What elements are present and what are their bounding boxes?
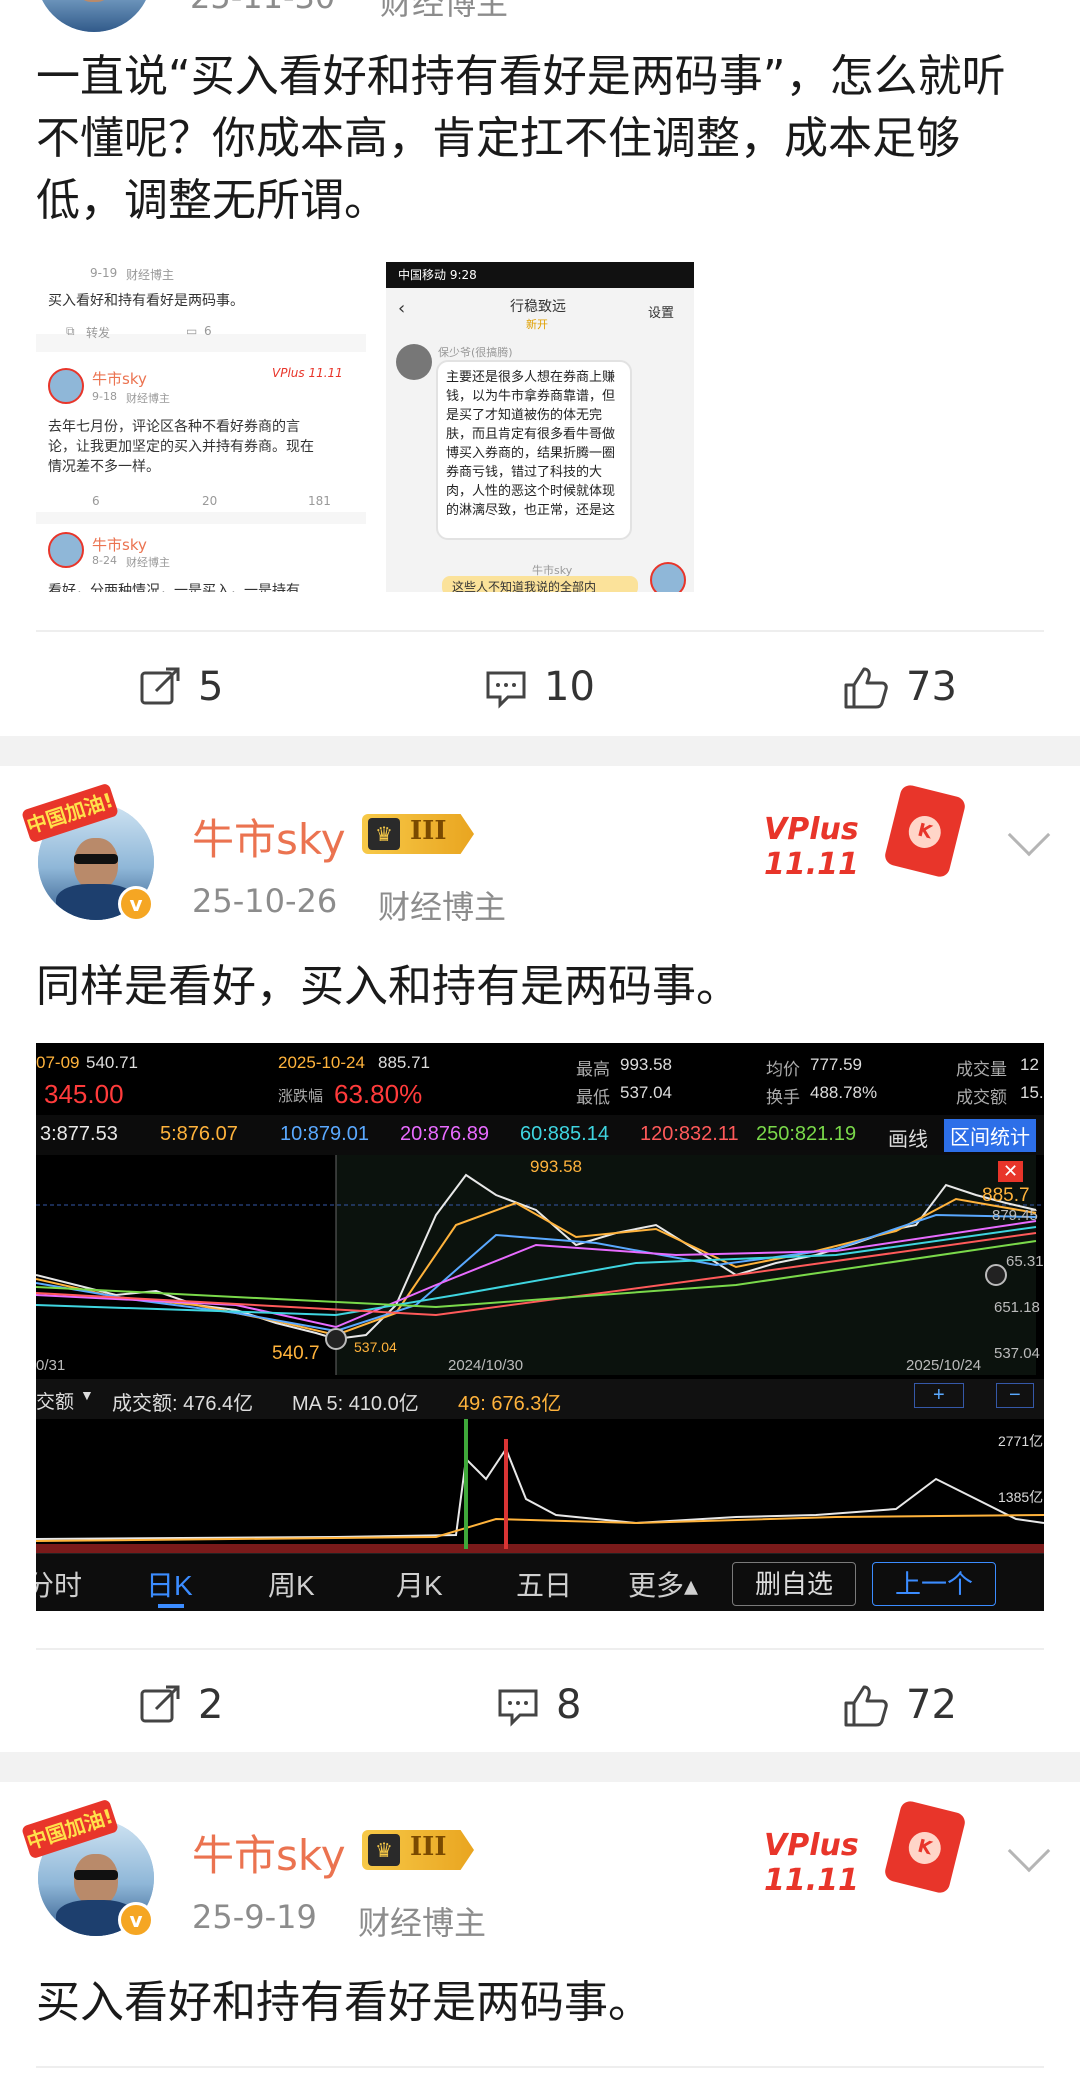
repost-count: 2 bbox=[198, 1682, 224, 1728]
post-actions: 2 8 72 bbox=[0, 1650, 1080, 1760]
comment-count: 10 bbox=[544, 664, 595, 710]
stock-chart-image[interactable]: 07-09 540.71 345.00 2025-10-24 885.71 涨跌… bbox=[36, 1043, 1044, 1611]
post-1: 25-11-30 财经博主 一直说“买入看好和持有看好是两码事”，怎么就听不懂呢… bbox=[0, 0, 1080, 736]
post-role: 财经博主 bbox=[358, 1904, 487, 1942]
red-envelope-icon: K bbox=[883, 1799, 967, 1895]
post-text: 买入看好和持有看好是两码事。 bbox=[36, 1977, 652, 2028]
verified-badge: v bbox=[118, 1902, 154, 1938]
repost-icon: ⧉ bbox=[66, 324, 75, 338]
avatar bbox=[650, 562, 686, 592]
like-count: 73 bbox=[906, 664, 957, 710]
post-text: 一直说“买入看好和持有看好是两码事”，怎么就听不懂呢？你成本高，肯定扛不住调整，… bbox=[36, 51, 1006, 226]
repost-button[interactable]: 5 bbox=[138, 632, 223, 742]
caret-down-icon: ▼ bbox=[80, 1387, 94, 1403]
back-icon: ‹ bbox=[398, 298, 406, 319]
avatar bbox=[396, 344, 432, 380]
level-badge: ♛ III bbox=[362, 814, 474, 854]
vplus-badge: VPlus 11.11 K bbox=[764, 783, 967, 882]
crown-icon: ♛ bbox=[368, 818, 400, 850]
previous-button[interactable]: 上一个 bbox=[872, 1562, 996, 1606]
post-separator bbox=[0, 736, 1080, 766]
comment-button[interactable]: 10 bbox=[484, 632, 595, 742]
post-date: 25-9-19 bbox=[192, 1898, 317, 1936]
verified-badge: v bbox=[118, 886, 154, 922]
volume-plot bbox=[36, 1419, 1044, 1553]
tab-monthly-k[interactable]: 月K bbox=[396, 1564, 443, 1604]
comment-count: 8 bbox=[556, 1682, 582, 1728]
comment-icon bbox=[498, 1689, 538, 1727]
post-date: 25-11-30 bbox=[190, 0, 335, 16]
repost-icon bbox=[140, 667, 180, 705]
tab-five-day[interactable]: 五日 bbox=[516, 1564, 572, 1604]
post-image-1[interactable]: 9-19 财经博主 买入看好和持有看好是两码事。 ⧉ 转发 ▭ 6 牛市sky … bbox=[36, 262, 366, 592]
volume-dropdown[interactable]: 交额 bbox=[36, 1387, 74, 1414]
post-image-2[interactable]: 中国移动 9:28 ‹ 行稳致远 新开 设置 保少爷(很搞腾) 主要还是很多人想… bbox=[386, 262, 694, 592]
divider bbox=[36, 2066, 1044, 2068]
remove-watchlist-button[interactable]: 删自选 bbox=[732, 1562, 856, 1606]
comment-button[interactable]: 8 bbox=[496, 1650, 581, 1760]
post-3: 中国加油! v 牛市sky ♛ III 25-9-19 财经博主 VPlus 11… bbox=[0, 1782, 1080, 2093]
range-stats-button[interactable]: 区间统计 bbox=[944, 1119, 1036, 1152]
red-envelope-icon: K bbox=[883, 783, 967, 879]
tab-weekly-k[interactable]: 周K bbox=[268, 1564, 315, 1604]
repost-button[interactable]: 2 bbox=[138, 1650, 223, 1760]
thumb-up-icon bbox=[844, 1685, 888, 1727]
chevron-down-icon[interactable] bbox=[1007, 813, 1051, 857]
repost-count: 5 bbox=[198, 664, 224, 710]
username[interactable]: 牛市sky bbox=[192, 1822, 346, 1883]
zoom-in-button[interactable]: + bbox=[914, 1383, 964, 1408]
avatar[interactable] bbox=[36, 0, 152, 32]
post-separator bbox=[0, 1752, 1080, 1782]
comment-icon: ▭ bbox=[186, 324, 198, 338]
tab-timeshare[interactable]: 分时 bbox=[36, 1564, 82, 1604]
repost-icon bbox=[140, 1685, 180, 1723]
post-role: 财经博主 bbox=[378, 888, 507, 926]
like-button[interactable]: 73 bbox=[842, 632, 957, 742]
tab-daily-k[interactable]: 日K bbox=[146, 1564, 193, 1604]
thumb-up-icon bbox=[844, 667, 888, 709]
chat-bubble: 主要还是很多人想在券商上赚 钱，以为牛市拿券商靠谱，但 是买了才知道被伤的体无完… bbox=[436, 360, 632, 540]
post-date: 25-10-26 bbox=[192, 882, 338, 920]
post-text: 同样是看好，买入和持有是两码事。 bbox=[36, 961, 740, 1012]
vplus-badge: VPlus 11.11 K bbox=[764, 1799, 967, 1898]
chevron-down-icon[interactable] bbox=[1007, 1829, 1051, 1873]
avatar bbox=[48, 368, 84, 404]
username[interactable]: 牛市sky bbox=[192, 806, 346, 867]
crown-icon: ♛ bbox=[368, 1834, 400, 1866]
tab-more[interactable]: 更多▴ bbox=[628, 1564, 698, 1604]
avatar bbox=[48, 532, 84, 568]
comment-icon bbox=[486, 671, 526, 709]
chart-period-tabs: 分时 日K 周K 月K 五日 更多▴ 删自选 上一个 bbox=[36, 1553, 1044, 1611]
like-count: 72 bbox=[906, 1682, 957, 1728]
close-icon[interactable]: ✕ bbox=[998, 1161, 1024, 1182]
post-actions: 5 10 73 bbox=[0, 632, 1080, 742]
draw-line-button[interactable]: 画线 bbox=[888, 1123, 928, 1152]
like-button[interactable]: 72 bbox=[842, 1650, 957, 1760]
level-badge: ♛ III bbox=[362, 1830, 474, 1870]
zoom-out-button[interactable]: − bbox=[996, 1383, 1034, 1408]
post-role: 财经博主 bbox=[380, 0, 509, 22]
